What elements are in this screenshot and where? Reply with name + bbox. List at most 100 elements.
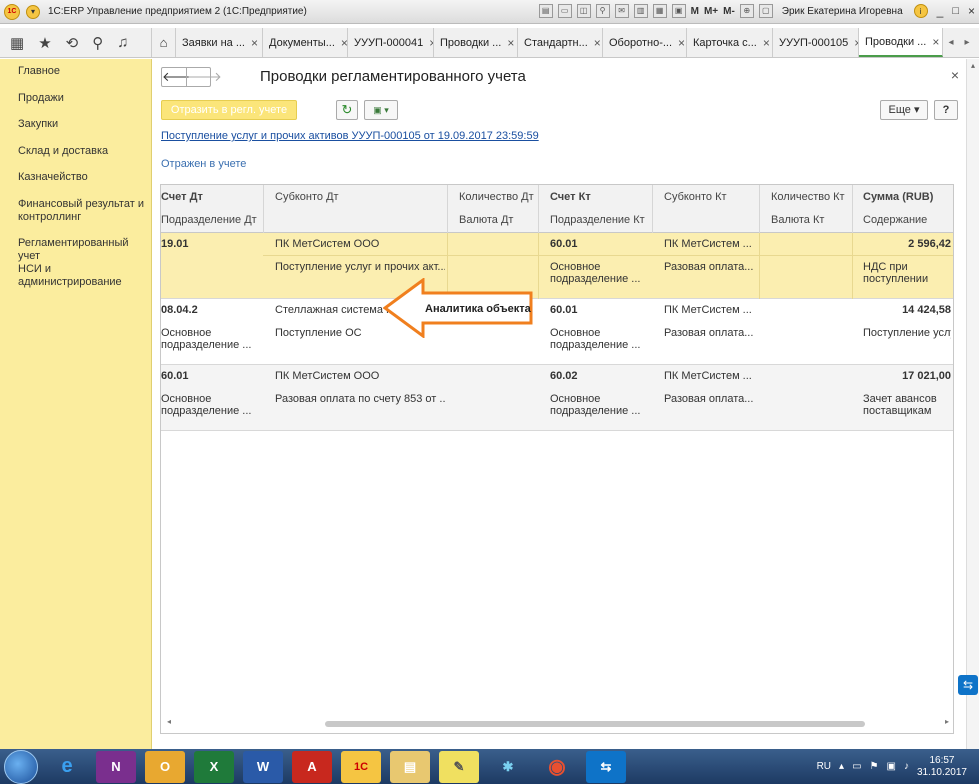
teamviewer-panel-icon[interactable]: ⇆ [958,675,978,695]
compare-icon[interactable]: ▥ [633,4,648,18]
outlook-icon[interactable]: O [145,750,185,783]
scroll-left-icon[interactable]: ◂ [167,717,171,726]
tab-entries-1[interactable]: Проводки ... × [434,28,518,57]
close-icon[interactable]: × [594,36,601,50]
tab-requests[interactable]: Заявки на ... × [176,28,263,57]
current-user[interactable]: Эрик Екатерина Игоревна [782,6,903,17]
tab-uuup-000105[interactable]: УУУП-000105× [773,28,859,57]
header-dept-kt[interactable]: Подразделение Кт [550,214,645,226]
flag-icon[interactable]: ⚑ [870,761,879,772]
document-structure-icon[interactable]: ▣ ▾ [364,100,398,120]
tab-standard[interactable]: Стандартн... × [518,28,603,57]
info-icon[interactable]: i [913,4,928,18]
memory-button[interactable]: M [691,6,699,17]
home-icon[interactable]: ⌂ [152,28,176,57]
more-button[interactable]: Еще ▾ [880,100,928,120]
close-window-button[interactable]: × [968,4,975,18]
tabs-scroll-right[interactable]: ▸ [959,37,975,48]
start-button[interactable] [4,749,38,784]
sidebar-item-warehouse[interactable]: Склад и доставка [18,145,146,158]
header-content[interactable]: Содержание [863,214,927,226]
language-indicator[interactable]: RU [817,761,831,772]
vertical-scrollbar[interactable]: ▴ [966,59,979,749]
forward-arrow-icon[interactable]: 🡒 [186,68,222,86]
tray-expand-icon[interactable]: ▴ [839,761,844,772]
monitor-icon[interactable]: ▣ [886,761,895,772]
notifications-bell-icon[interactable]: ♫ [117,34,128,51]
calculator-icon[interactable]: ▦ [652,4,667,18]
favorites-star-icon[interactable]: ★ [38,34,51,52]
excel-icon[interactable]: X [194,750,234,783]
clock[interactable]: 16:57 31.10.2017 [917,755,967,779]
close-icon[interactable]: × [678,36,685,50]
1c-app-icon[interactable]: 1С [341,750,381,783]
tabs-scroll-left[interactable]: ◂ [943,37,959,48]
header-subconto-kt[interactable]: Субконто Кт [664,191,727,203]
header-dept-dt[interactable]: Подразделение Дт [161,214,257,226]
sidebar-item-regulated-accounting[interactable]: Регламентированный учет [18,237,146,263]
post-to-regulated-button[interactable]: Отразить в регл. учете [161,100,297,120]
search-icon[interactable]: ⚲ [92,34,103,52]
header-account-dt[interactable]: Счет Дт [161,191,203,203]
tab-entries-active[interactable]: Проводки ... × [859,28,943,57]
save-icon[interactable]: ▤ [538,4,553,18]
tool-icon[interactable]: ✱ [488,751,528,783]
close-icon[interactable]: × [932,35,939,49]
close-icon[interactable]: × [251,36,258,50]
sidebar-item-master-data[interactable]: НСИ и администрирование [18,263,146,289]
tab-card[interactable]: Карточка с... × [687,28,773,57]
back-arrow-icon[interactable]: 🡐 [162,68,197,86]
tab-turnover[interactable]: Оборотно-... × [603,28,687,57]
sections-grid-icon[interactable]: ▦ [10,34,24,52]
sidebar-item-financial-result[interactable]: Финансовый результат и контроллинг [18,198,146,224]
scroll-thumb[interactable] [325,721,865,727]
table-row[interactable]: 60.01 Основное подразделение ... ПК МетС… [161,365,953,431]
table-row[interactable]: 19.01 ПК МетСистем ООО Поступление услуг… [161,233,953,299]
sidebar-item-sales[interactable]: Продажи [18,92,146,105]
notes-icon[interactable]: ✎ [439,750,479,783]
scroll-up-icon[interactable]: ▴ [967,61,979,70]
document-link[interactable]: Поступление услуг и прочих активов УУУП-… [161,130,539,142]
zoom-icon[interactable]: ⊕ [739,4,754,18]
header-currency-kt[interactable]: Валюта Кт [771,214,824,226]
refresh-icon[interactable]: ↻ [336,100,358,120]
header-subconto-dt[interactable]: Субконто Дт [275,191,339,203]
table-row[interactable]: 08.04.2 Основное подразделение ... Стелл… [161,299,953,365]
onenote-icon[interactable]: N [96,750,136,783]
horizontal-scrollbar[interactable]: ◂ ▸ [165,717,951,729]
tab-documents[interactable]: Документы... × [263,28,348,57]
close-icon[interactable]: × [763,36,770,50]
main-menu-icon[interactable]: ▾ [26,4,40,19]
close-icon[interactable]: × [341,36,347,50]
sidebar-item-purchases[interactable]: Закупки [18,118,146,131]
restore-button[interactable]: □ [952,5,959,17]
header-amount[interactable]: Сумма (RUB) [863,191,933,203]
header-quantity-dt[interactable]: Количество Дт [459,191,534,203]
link-icon[interactable]: ⚲ [595,4,610,18]
help-button[interactable]: ? [934,100,958,120]
close-icon[interactable]: × [507,36,514,50]
memory-minus-button[interactable]: M- [723,6,735,17]
volume-icon[interactable]: ♪ [904,761,909,772]
network-icon[interactable]: ▭ [852,761,861,772]
teamviewer-icon[interactable]: ⇆ [586,750,626,783]
close-form-icon[interactable]: × [951,67,959,83]
explorer-icon[interactable]: ▤ [390,750,430,783]
header-currency-dt[interactable]: Валюта Дт [459,214,513,226]
window-mode-icon[interactable]: ▢ [758,4,773,18]
print-icon[interactable]: ▭ [557,4,572,18]
calendar-icon[interactable]: ▣ [671,4,686,18]
scroll-right-icon[interactable]: ▸ [945,717,949,726]
sidebar-item-main[interactable]: Главное [18,65,146,78]
preview-icon[interactable]: ◫ [576,4,591,18]
history-icon[interactable]: ⟲ [66,34,79,52]
header-account-kt[interactable]: Счет Кт [550,191,591,203]
ie-icon[interactable]: e [47,751,87,783]
word-icon[interactable]: W [243,750,283,783]
tab-uuup-000041[interactable]: УУУП-000041× [348,28,434,57]
minimize-button[interactable]: _ [937,4,944,18]
sidebar-item-treasury[interactable]: Казначейство [18,171,146,184]
chrome-icon[interactable]: ◉ [537,751,577,783]
acrobat-icon[interactable]: A [292,750,332,783]
mail-icon[interactable]: ✉ [614,4,629,18]
